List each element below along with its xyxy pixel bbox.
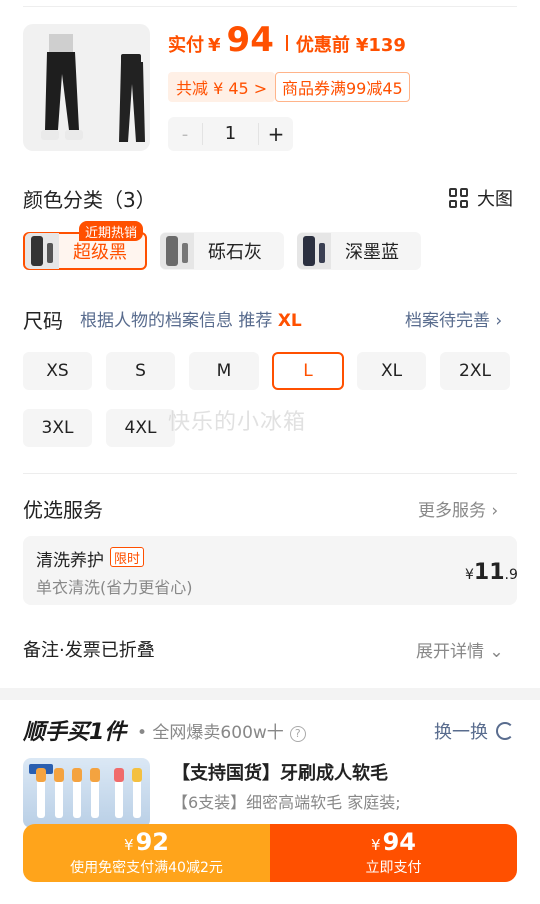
flat-pants-image: [119, 62, 145, 142]
pay-left-value: 92: [135, 828, 169, 856]
color-option-label: 砾石灰: [208, 242, 262, 263]
help-icon[interactable]: ?: [289, 726, 306, 742]
price-row: 实付 ¥ 94 优惠前 ¥139: [168, 20, 406, 64]
size-option-l[interactable]: L: [272, 352, 344, 390]
size-option-xs[interactable]: XS: [23, 352, 92, 390]
color-section-title: 颜色分类（3）: [23, 188, 156, 212]
services-title: 优选服务: [23, 498, 103, 522]
price-separator: [285, 35, 288, 51]
grid-icon: [449, 188, 469, 208]
quantity-value[interactable]: 1: [202, 123, 259, 145]
color-thumb-icon: [25, 233, 59, 269]
refresh-icon: [496, 722, 514, 740]
pay-now-button[interactable]: ¥94 立即支付: [270, 824, 517, 882]
view-large-label: 大图: [477, 189, 513, 210]
pay-right-subtitle: 立即支付: [365, 860, 422, 876]
pay-right-amount: ¥94: [270, 828, 517, 859]
pay-right-value: 94: [382, 828, 416, 856]
service-description: 单衣清洗(省力更省心): [36, 578, 193, 597]
service-price-currency: ¥: [465, 567, 474, 583]
more-services-link[interactable]: 更多服务 ›: [418, 496, 498, 521]
limited-time-badge: 限时: [110, 547, 145, 567]
quantity-stepper: - 1 +: [168, 117, 293, 151]
color-option-navy[interactable]: 深墨蓝: [297, 232, 421, 270]
recommended-size: XL: [277, 311, 302, 331]
size-option-4xl[interactable]: 4XL: [106, 409, 175, 447]
view-large-button[interactable]: 大图: [449, 185, 513, 211]
buy-along-title: 顺手买1件: [23, 720, 127, 745]
color-option-label: 超级黑: [73, 242, 127, 263]
top-divider: [23, 6, 517, 7]
service-price-int: 11: [473, 560, 505, 585]
size-section-title: 尺码: [23, 309, 63, 333]
remark-invoice-label: 备注·发票已折叠: [23, 640, 155, 661]
hot-sale-badge: 近期热销: [79, 221, 144, 241]
color-option-gray[interactable]: 砾石灰: [160, 232, 284, 270]
swap-button[interactable]: 换一换: [434, 718, 514, 744]
toothbrush-product-image[interactable]: [23, 758, 150, 828]
size-hint-text: 根据人物的档案信息 推荐: [80, 311, 273, 331]
service-price-dec: .9: [504, 567, 518, 583]
color-thumb-icon: [160, 233, 194, 269]
paid-label: 实付: [168, 35, 204, 56]
model-pants-image: [41, 34, 83, 140]
password-free-pay-button[interactable]: ¥92 使用免密支付满40减2元: [23, 824, 270, 882]
expand-details-link[interactable]: 展开详情 ⌄: [416, 637, 504, 662]
recommended-product-name[interactable]: 【支持国货】牙刷成人软毛: [172, 759, 388, 785]
size-option-xl[interactable]: XL: [357, 352, 426, 390]
pay-left-amount: ¥92: [23, 828, 270, 859]
size-option-2xl[interactable]: 2XL: [440, 352, 510, 390]
product-thumbnail[interactable]: [23, 24, 150, 151]
final-price: 94: [226, 20, 274, 60]
currency-symbol: ¥: [208, 35, 221, 56]
size-recommendation: 根据人物的档案信息 推荐 XL: [80, 306, 302, 331]
coupon-chip[interactable]: 商品券满99减45: [275, 72, 410, 102]
pay-left-currency: ¥: [124, 836, 134, 854]
section-divider: [23, 473, 517, 474]
service-price: ¥ 11 .9: [465, 560, 518, 585]
profile-incomplete-link[interactable]: 档案待完善 ›: [405, 306, 502, 331]
size-option-s[interactable]: S: [106, 352, 175, 390]
watermark: 快乐的小冰箱: [168, 410, 307, 435]
recommended-product-desc: 【6支装】细密高端软毛 家庭装;: [172, 793, 401, 812]
color-option-label: 深墨蓝: [345, 242, 399, 263]
total-saving-chip[interactable]: 共减 ¥ 45 >: [168, 72, 276, 102]
buy-along-subtitle: • 全网爆卖600w十?: [137, 718, 306, 743]
pay-left-subtitle: 使用免密支付满40减2元: [70, 860, 223, 876]
size-option-m[interactable]: M: [189, 352, 259, 390]
service-name: 清洗养护: [36, 551, 104, 571]
decrease-button[interactable]: -: [168, 124, 202, 145]
before-price: ¥139: [355, 35, 406, 56]
increase-button[interactable]: +: [259, 122, 293, 146]
section-gap: [0, 688, 540, 700]
size-option-3xl[interactable]: 3XL: [23, 409, 92, 447]
before-label: 优惠前: [295, 35, 350, 56]
color-thumb-icon: [297, 233, 331, 269]
buy-along-subtitle-text: • 全网爆卖600w十: [137, 723, 284, 743]
pay-right-currency: ¥: [371, 836, 381, 854]
swap-label: 换一换: [434, 722, 488, 743]
